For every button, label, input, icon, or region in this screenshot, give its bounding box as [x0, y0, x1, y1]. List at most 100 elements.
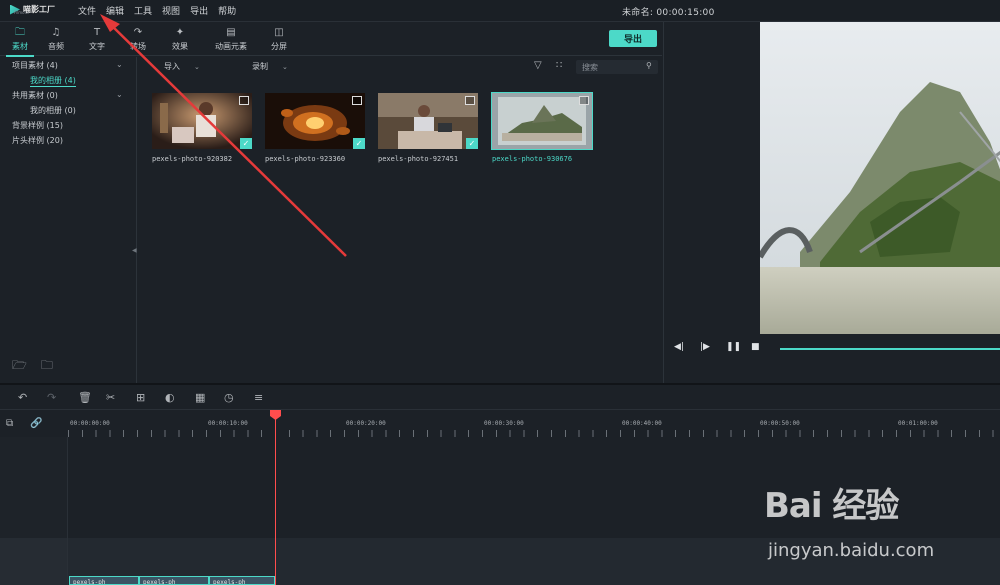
chevron-down-icon[interactable]: ⌄: [116, 60, 123, 69]
sidebar-item-shared-media[interactable]: 共用素材 (0): [12, 90, 58, 101]
tab-effects[interactable]: ✦ 效果: [160, 26, 200, 54]
menu-export[interactable]: 导出: [190, 4, 208, 17]
crop-icon[interactable]: ⊞: [136, 391, 145, 404]
color-icon[interactable]: ◐: [165, 391, 175, 404]
media-item[interactable]: ✓ pexels-photo-920382: [152, 93, 252, 163]
record-dropdown[interactable]: 录制 ⌄: [252, 61, 288, 72]
green-screen-icon[interactable]: ▦: [195, 391, 205, 404]
check-icon: ✓: [466, 138, 478, 149]
check-icon: ✓: [240, 138, 252, 149]
watermark-brand: Bai 经验: [764, 486, 899, 526]
delete-icon[interactable]: 🗑: [78, 391, 92, 404]
timecode-label: 00:00:10:00: [208, 420, 248, 427]
redo-icon[interactable]: ↷: [47, 391, 56, 404]
preview-progress-bar[interactable]: [780, 348, 1000, 350]
playhead-line[interactable]: [275, 416, 276, 585]
folder-icon: 🗀: [15, 27, 25, 38]
timecode-label: 00:00:00:00: [70, 420, 110, 427]
chevron-down-icon: ⌄: [282, 63, 288, 71]
add-track-icon[interactable]: ⧉: [6, 418, 13, 429]
media-thumbnail: [491, 92, 593, 150]
timeline-clip[interactable]: pexels-ph: [139, 576, 209, 585]
tab-label: 分屏: [271, 42, 287, 51]
tab-label: 素材: [12, 42, 28, 51]
image-type-icon: [579, 96, 589, 105]
tab-label: 效果: [172, 42, 188, 51]
image-icon: ▤: [226, 27, 236, 38]
media-name: pexels-photo-927451: [378, 155, 459, 163]
sidebar-item-intro-samples[interactable]: 片头样例 (20): [12, 135, 63, 146]
media-thumbnail: [152, 93, 252, 149]
adjust-icon[interactable]: ≡: [254, 391, 263, 404]
sidebar-item-shared-album[interactable]: 我的相册 (0): [30, 105, 76, 116]
media-sidebar: 项目素材 (4) ⌄ 我的相册 (4) 共用素材 (0) ⌄ 我的相册 (0) …: [0, 57, 137, 383]
tab-label: 动画元素: [215, 42, 247, 51]
timecode-label: 00:00:40:00: [622, 420, 662, 427]
media-item[interactable]: ✓ pexels-photo-927451: [378, 93, 478, 163]
link-icon[interactable]: 🔗: [30, 418, 42, 429]
preview-panel: ◀| |▶ ❚❚ ■: [663, 22, 1000, 383]
playback-controls: ◀| |▶ ❚❚ ■: [674, 342, 1000, 354]
sidebar-item-my-album[interactable]: 我的相册 (4): [30, 75, 76, 87]
music-icon: ♫: [51, 27, 61, 38]
check-icon: ✓: [353, 138, 365, 149]
timeline-toolbar: ↶ ↷ 🗑 ✂ ⊞ ◐ ▦ ◷ ≡: [0, 385, 1000, 410]
menu-help[interactable]: 帮助: [218, 4, 236, 17]
tab-text[interactable]: T 文字: [77, 26, 117, 54]
timeline-clip[interactable]: pexels-ph: [209, 576, 275, 585]
tab-media[interactable]: 🗀 素材: [0, 26, 40, 57]
timecode-label: 00:00:50:00: [760, 420, 800, 427]
menu-bar: 喵影工厂 Filmora 文件 编辑 工具 视图 导出 帮助 未命名: 00:0…: [0, 0, 1000, 22]
menu-view[interactable]: 视图: [162, 4, 180, 17]
new-folder-icon[interactable]: 🗁: [12, 356, 27, 377]
preview-viewport: [760, 22, 1000, 334]
sidebar-item-background-samples[interactable]: 背景样例 (15): [12, 120, 63, 131]
media-toolbar: 导入 ⌄ 录制 ⌄ ▽ ∷ ⚲: [138, 57, 662, 77]
sidebar-item-project-media[interactable]: 项目素材 (4): [12, 60, 58, 71]
export-button[interactable]: 导出: [609, 30, 657, 47]
stop-icon[interactable]: ■: [751, 342, 760, 352]
clip-label: pexels-ph: [143, 579, 176, 585]
sidebar-actions: 🗁 🗀: [12, 356, 53, 377]
media-name: pexels-photo-923360: [265, 155, 346, 163]
folder-outline-icon[interactable]: 🗀: [41, 356, 53, 377]
tab-split-screen[interactable]: ◫ 分屏: [259, 26, 299, 54]
image-type-icon: [352, 96, 362, 105]
play-icon[interactable]: |▶: [700, 342, 710, 352]
ruler-ticks: [68, 430, 1000, 437]
chevron-down-icon[interactable]: ⌄: [116, 90, 123, 99]
main-menu: 文件 编辑 工具 视图 导出 帮助: [78, 4, 236, 17]
image-type-icon: [239, 96, 249, 105]
tab-transitions[interactable]: ↷ 转场: [118, 26, 158, 54]
step-back-icon[interactable]: ◀|: [674, 342, 684, 352]
tab-label: 转场: [130, 42, 146, 51]
timeline-clip[interactable]: pexels-ph: [69, 576, 139, 585]
media-panel: 🗀 素材 ♫ 音频 T 文字 ↷ 转场 ✦ 效果 ▤ 动画元素 ◫ 分屏 导出 …: [0, 22, 662, 383]
media-grid: ✓ pexels-photo-920382 ✓ pexels-photo-923…: [138, 78, 662, 383]
media-item[interactable]: ✓ pexels-photo-923360: [265, 93, 365, 163]
filter-icon[interactable]: ▽: [534, 60, 542, 71]
import-dropdown[interactable]: 导入 ⌄: [164, 61, 200, 72]
grid-view-icon[interactable]: ∷: [556, 60, 562, 71]
media-thumbnail: [265, 93, 365, 149]
menu-tools[interactable]: 工具: [134, 4, 152, 17]
collapse-handle-icon[interactable]: ◀: [132, 247, 137, 254]
timeline-ruler[interactable]: ⧉ 🔗 00:00:00:00 00:00:10:00 00:00:20:00 …: [0, 410, 1000, 437]
tab-label: 音频: [48, 42, 64, 51]
tab-audio[interactable]: ♫ 音频: [36, 26, 76, 54]
tab-elements[interactable]: ▤ 动画元素: [208, 26, 254, 54]
chevron-down-icon: ⌄: [194, 63, 200, 71]
app-subname: Filmora: [14, 10, 29, 15]
speed-icon[interactable]: ◷: [224, 391, 234, 404]
cut-icon[interactable]: ✂: [106, 391, 115, 404]
record-label: 录制: [252, 62, 268, 71]
text-icon: T: [93, 27, 101, 38]
menu-edit[interactable]: 编辑: [106, 4, 124, 17]
timecode-label: 00:01:00:00: [898, 420, 938, 427]
media-item-selected[interactable]: pexels-photo-930676: [491, 92, 593, 163]
pause-icon[interactable]: ❚❚: [726, 342, 741, 352]
search-icon[interactable]: ⚲: [646, 61, 652, 70]
undo-icon[interactable]: ↶: [18, 391, 27, 404]
menu-file[interactable]: 文件: [78, 4, 96, 17]
video-track-header: [0, 538, 68, 585]
